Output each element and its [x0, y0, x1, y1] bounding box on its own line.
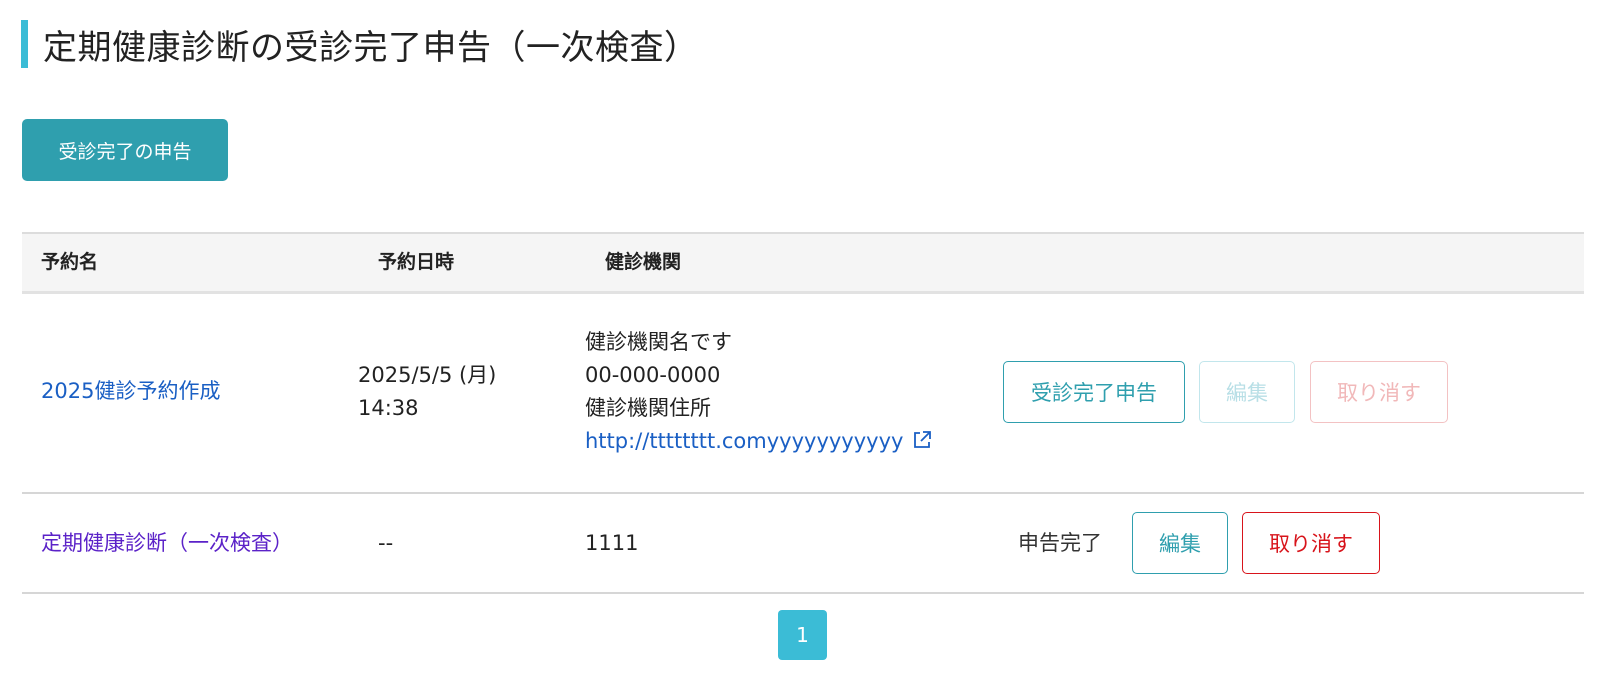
table-row: 定期健康診断（一次検査） -- 1111 申告完了 編集 取り消す — [22, 494, 1584, 594]
status-badge: 申告完了 — [1018, 531, 1102, 555]
reservation-date: 2025/5/5 (月) — [358, 363, 497, 387]
report-completion-row-button[interactable]: 受診完了申告 — [1003, 361, 1185, 423]
column-header-institution: 健診機関 — [605, 251, 682, 273]
column-header-name: 予約名 — [41, 251, 99, 273]
institution-address: 健診機関住所 — [585, 396, 711, 420]
edit-button[interactable]: 編集 — [1132, 512, 1228, 574]
reservation-name-link[interactable]: 定期健康診断（一次検査） — [41, 527, 293, 560]
reservation-name-link[interactable]: 2025健診予約作成 — [41, 375, 220, 408]
cancel-button[interactable]: 取り消す — [1242, 512, 1380, 574]
institution-info: 健診機関名です 00-000-0000 健診機関住所 http://tttttt… — [585, 326, 933, 458]
title-accent-bar — [21, 20, 28, 68]
cancel-button-disabled: 取り消す — [1310, 361, 1448, 423]
table-row: 2025健診予約作成 2025/5/5 (月) 14:38 健診機関名です 00… — [22, 294, 1584, 494]
page-header: 定期健康診断の受診完了申告（一次検査） — [21, 20, 699, 68]
institution-phone: 00-000-0000 — [585, 363, 721, 387]
institution-url-link[interactable]: http://tttttttt.comyyyyyyyyyyy — [585, 429, 903, 453]
institution-name: 健診機関名です — [585, 330, 732, 354]
institution-info: 1111 — [585, 531, 639, 555]
reservation-datetime: 2025/5/5 (月) 14:38 — [358, 359, 496, 425]
reservation-datetime: -- — [378, 531, 394, 555]
edit-button-disabled: 編集 — [1199, 361, 1295, 423]
table-header: 予約名 予約日時 健診機関 — [22, 232, 1584, 294]
external-link-icon[interactable] — [911, 428, 933, 450]
column-header-datetime: 予約日時 — [378, 251, 455, 273]
report-completion-button[interactable]: 受診完了の申告 — [22, 119, 228, 181]
reservation-table: 予約名 予約日時 健診機関 2025健診予約作成 2025/5/5 (月) 14… — [22, 232, 1584, 594]
reservation-time: 14:38 — [358, 396, 419, 420]
pagination-page-1[interactable]: 1 — [778, 610, 827, 660]
page-title: 定期健康診断の受診完了申告（一次検査） — [43, 27, 699, 68]
